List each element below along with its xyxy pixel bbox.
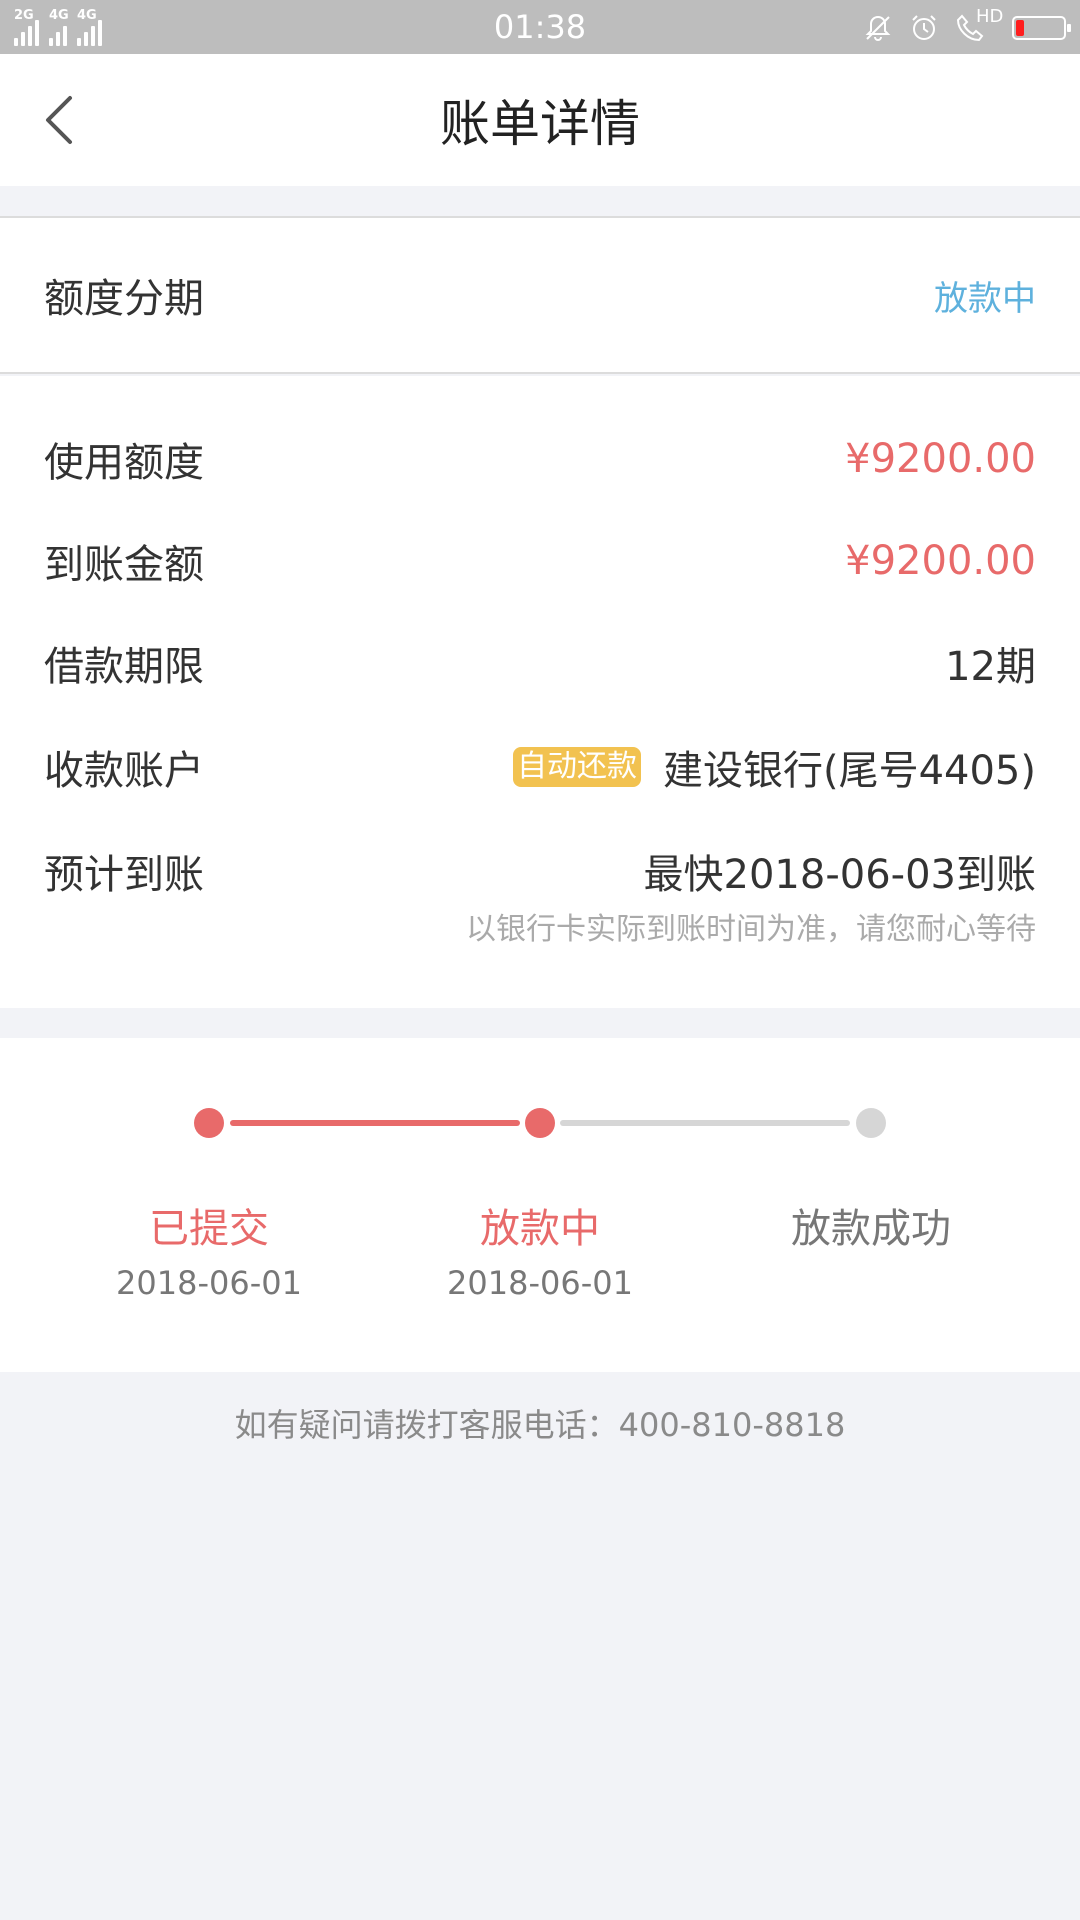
bill-type-label: 额度分期: [44, 276, 204, 322]
bill-type-row: 额度分期 放款中: [44, 266, 1036, 324]
detail-value: 12期: [945, 644, 1036, 690]
detail-row-expected-arrival: 预计到账 最快2018-06-03到账: [44, 842, 1036, 900]
progress-step: 已提交 2018-06-01: [79, 1196, 339, 1302]
detail-row-receiving-account: 收款账户 自动还款 建设银行(尾号4405): [44, 738, 1036, 796]
progress-dot: [856, 1108, 886, 1138]
progress-line: [230, 1120, 520, 1126]
detail-value: 最快2018-06-03到账: [643, 852, 1036, 898]
detail-label: 收款账户: [44, 748, 204, 794]
step-name: 已提交: [149, 1206, 269, 1252]
battery-icon: [1012, 16, 1071, 40]
status-bar: 2G 4G 4G 01:38 HD: [0, 0, 1080, 54]
bill-status: 放款中: [934, 278, 1036, 319]
bill-type-card: 额度分期 放款中: [0, 216, 1080, 374]
progress-step: 放款中 2018-06-01: [410, 1196, 670, 1302]
step-date: 2018-06-01: [447, 1264, 633, 1302]
progress-dot: [194, 1108, 224, 1138]
page-title: 账单详情: [440, 95, 640, 153]
navigation-bar: 账单详情: [0, 54, 1080, 186]
customer-service-hotline[interactable]: 如有疑问请拨打客服电话：400-810-8818: [0, 1400, 1080, 1446]
bell-off-icon: [865, 15, 891, 41]
detail-value: 建设银行(尾号4405): [662, 748, 1036, 794]
progress-step: 放款成功: [741, 1196, 1001, 1264]
step-date: 2018-06-01: [116, 1264, 302, 1302]
alarm-icon: [912, 15, 936, 40]
auto-repay-badge: 自动还款: [512, 747, 641, 787]
progress-card: 已提交 2018-06-01 放款中 2018-06-01 放款成功: [0, 1038, 1080, 1372]
detail-label: 到账金额: [44, 542, 204, 588]
step-name: 放款中: [480, 1206, 600, 1252]
hd-label: HD: [976, 6, 1004, 27]
detail-row-credit-used: 使用额度 ¥9200.00: [44, 430, 1036, 488]
battery-level: [1016, 20, 1025, 36]
detail-row-arrival-amount: 到账金额 ¥9200.00: [44, 532, 1036, 590]
detail-label: 使用额度: [44, 440, 204, 486]
detail-value: ¥9200.00: [845, 436, 1036, 482]
step-name: 放款成功: [791, 1206, 951, 1252]
detail-value: ¥9200.00: [845, 538, 1036, 584]
status-icons: HD: [862, 6, 1071, 46]
detail-label: 借款期限: [44, 644, 204, 690]
detail-label: 预计到账: [44, 852, 204, 898]
detail-row-loan-term: 借款期限 12期: [44, 634, 1036, 692]
arrival-note: 以银行卡实际到账时间为准，请您耐心等待: [466, 912, 1036, 947]
account-group: 自动还款 建设银行(尾号4405): [512, 738, 1036, 796]
hd-call-icon: HD: [954, 6, 1003, 44]
progress-dot: [525, 1108, 555, 1138]
progress-line: [560, 1120, 850, 1126]
bill-details-card: 使用额度 ¥9200.00 到账金额 ¥9200.00 借款期限 12期 收款账…: [0, 376, 1080, 1008]
